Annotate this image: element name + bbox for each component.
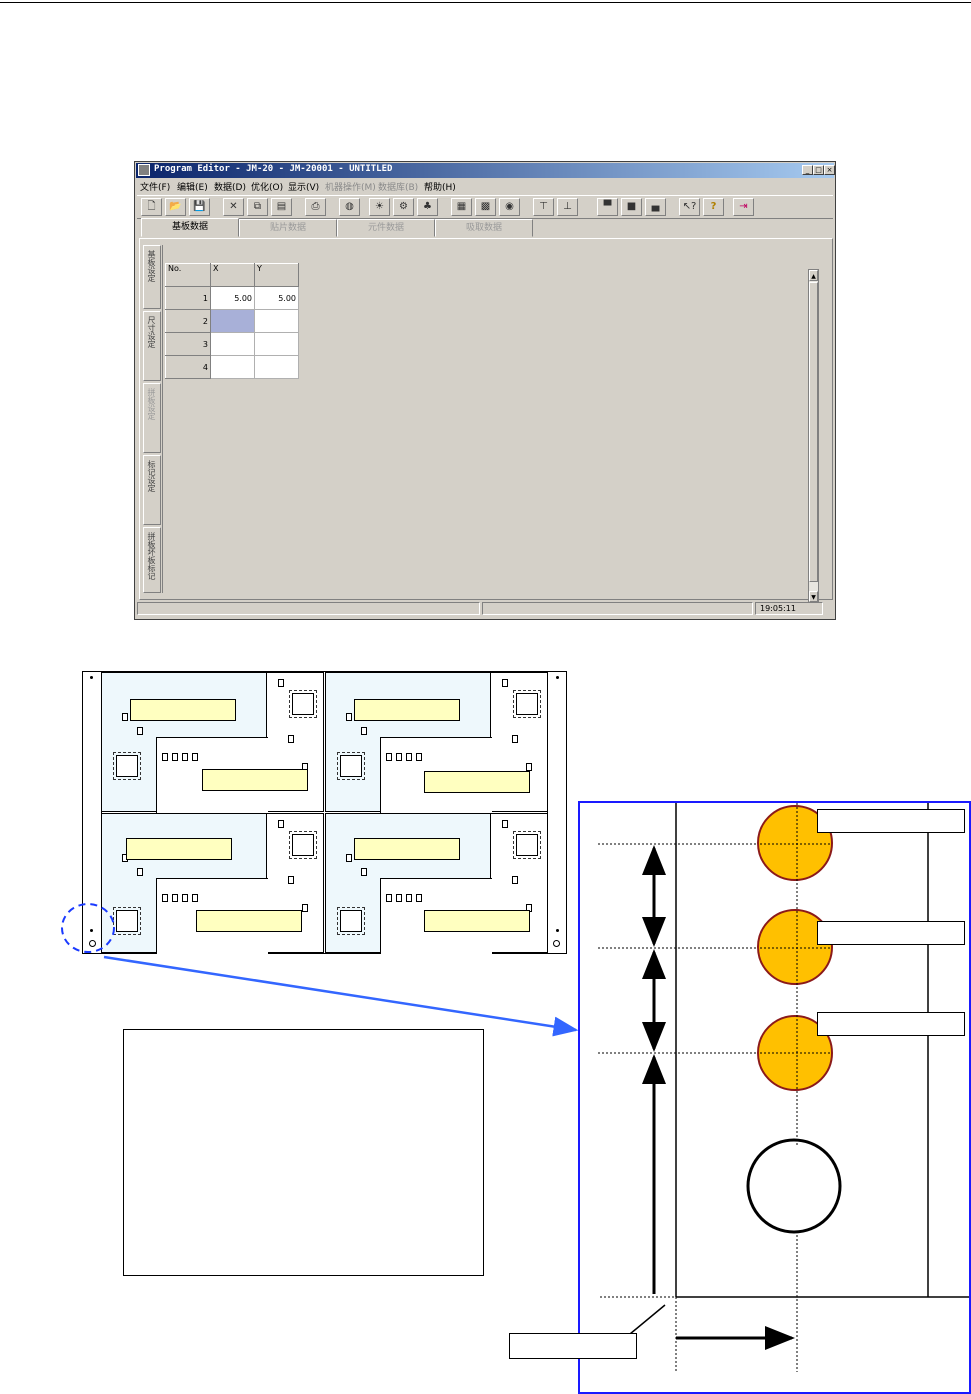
fiducial-label-box <box>817 1012 965 1036</box>
fiducial-label-box <box>817 809 965 833</box>
detail-drawing <box>598 803 969 1372</box>
origin-note-box <box>509 1333 637 1359</box>
fiducial-label-box <box>817 921 965 945</box>
note-leader-line <box>629 1304 666 1335</box>
tooling-hole-circle <box>746 1138 842 1234</box>
